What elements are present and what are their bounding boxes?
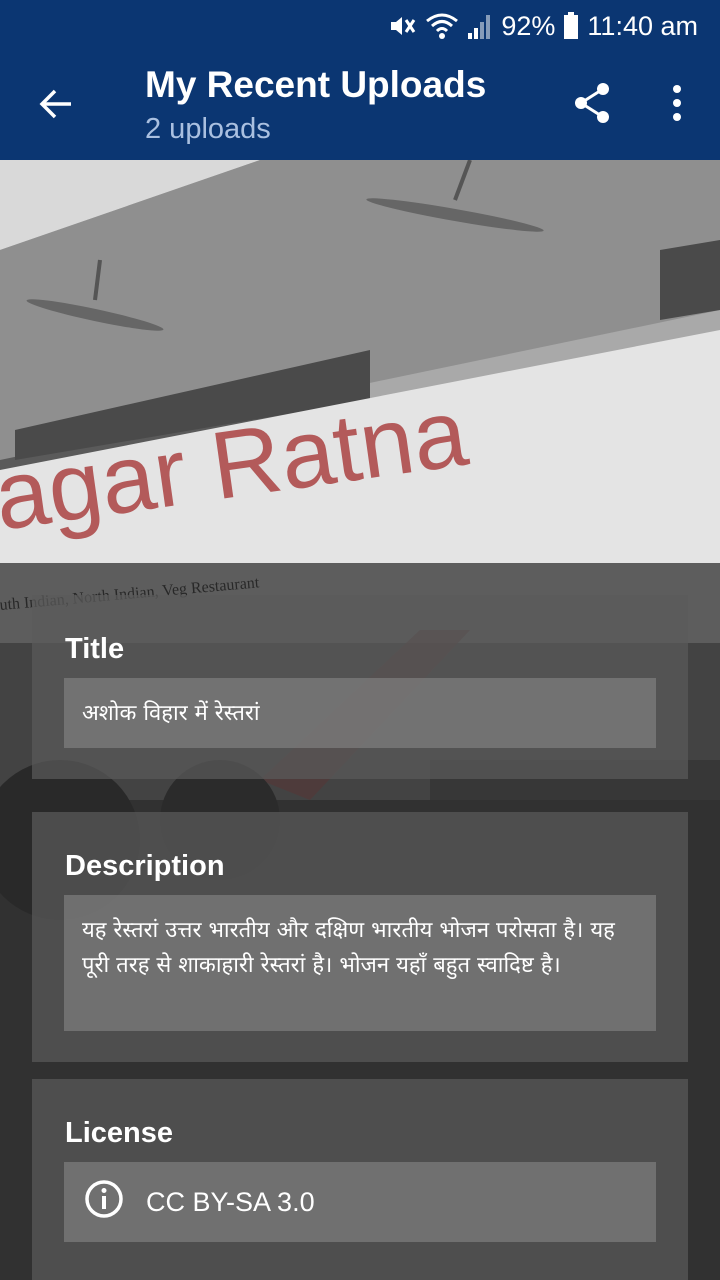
license-row: CC BY-SA 3.0 <box>64 1162 656 1242</box>
description-label: Description <box>65 850 225 882</box>
license-value: CC BY-SA 3.0 <box>146 1186 315 1217</box>
battery-percent: 92% <box>501 10 556 41</box>
page-subtitle: 2 uploads <box>145 113 271 145</box>
info-icon <box>84 1179 124 1226</box>
more-vert-icon <box>671 83 683 128</box>
title-field[interactable]: अशोक विहार में रेस्तरां <box>64 678 656 748</box>
license-field[interactable]: CC BY-SA 3.0 <box>64 1162 656 1242</box>
app-bar: My Recent Uploads 2 uploads <box>0 52 720 160</box>
wifi-icon <box>425 11 459 41</box>
title-label: Title <box>65 633 125 665</box>
description-value: यह रेस्तरां उत्तर भारतीय और दक्षिण भारती… <box>82 918 615 978</box>
mute-icon <box>387 11 417 41</box>
description-card: Description यह रेस्तरां उत्तर भारतीय और … <box>32 812 688 1062</box>
back-button[interactable] <box>20 74 92 138</box>
status-bar: 92% 11:40 am <box>0 0 720 52</box>
battery-icon <box>563 11 579 41</box>
page-title: My Recent Uploads <box>145 64 487 105</box>
description-field[interactable]: यह रेस्तरां उत्तर भारतीय और दक्षिण भारती… <box>64 895 656 1031</box>
details-overlay: Title अशोक विहार में रेस्तरां Descriptio… <box>0 563 720 1280</box>
license-card: License CC BY-SA 3.0 <box>32 1079 688 1280</box>
share-icon <box>572 81 612 130</box>
back-arrow-icon <box>38 86 74 127</box>
license-label: License <box>65 1117 173 1149</box>
signal-icon <box>467 11 493 41</box>
status-time: 11:40 am <box>587 10 698 41</box>
status-icons: 92% 11:40 am <box>387 8 698 44</box>
title-block: My Recent Uploads 2 uploads <box>145 62 486 150</box>
title-card: Title अशोक विहार में रेस्तरां <box>32 595 688 779</box>
share-button[interactable] <box>566 76 618 134</box>
more-options-button[interactable] <box>654 76 700 134</box>
title-value: अशोक विहार में रेस्तरां <box>82 701 260 726</box>
